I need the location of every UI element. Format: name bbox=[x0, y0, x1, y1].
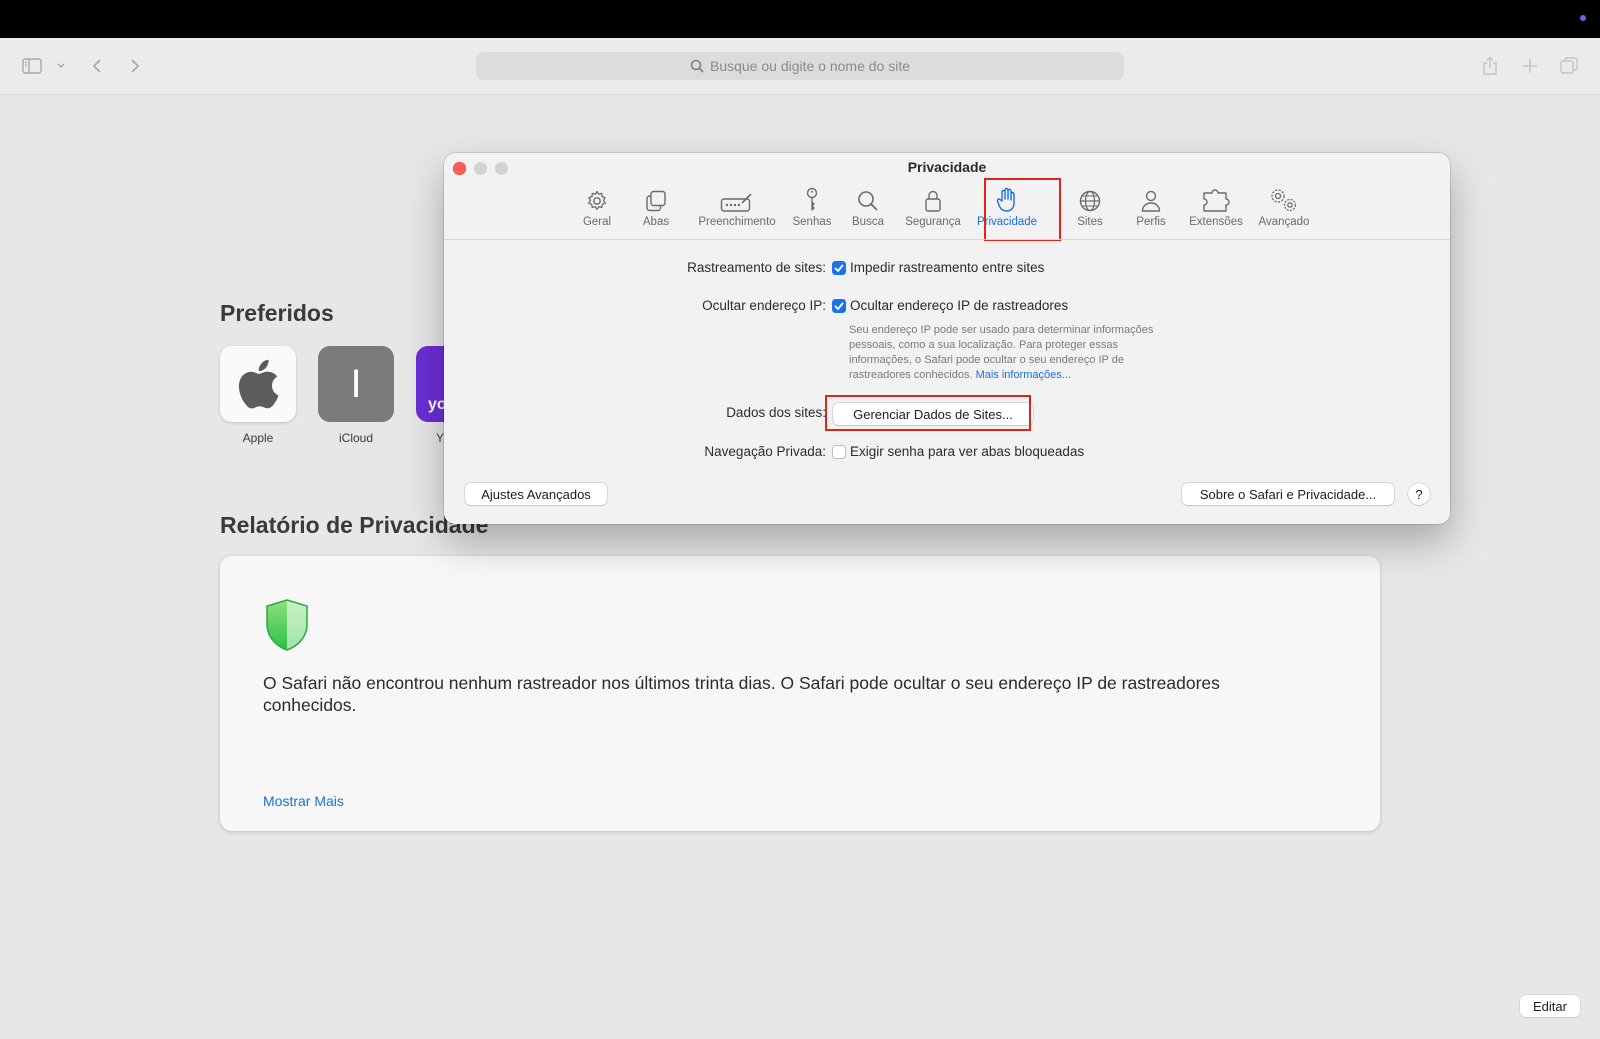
shield-icon bbox=[264, 598, 310, 657]
toolbar-divider bbox=[444, 239, 1450, 240]
privacy-report-message: O Safari não encontrou nenhum rastreador… bbox=[263, 673, 1220, 715]
tab-label: Segurança bbox=[905, 216, 961, 228]
address-placeholder: Busque ou digite o nome do site bbox=[709, 58, 911, 74]
privacy-report-card: O Safari não encontrou nenhum rastreador… bbox=[220, 556, 1380, 831]
tab-label: Sites bbox=[1077, 216, 1103, 228]
gear-icon bbox=[585, 183, 609, 213]
browser-toolbar: Busque ou digite o nome do site bbox=[0, 38, 1600, 95]
gears-icon bbox=[1269, 183, 1299, 213]
window-title: Privacidade bbox=[907, 159, 987, 175]
private-browsing-checkbox[interactable] bbox=[832, 445, 846, 459]
tab-label: Senhas bbox=[792, 216, 832, 228]
icloud-glyph: I bbox=[350, 361, 362, 406]
site-data-label: Dados dos sites: bbox=[726, 405, 826, 420]
description-last-line: rastreadores conhecidos. Mais informaçõe… bbox=[849, 368, 1209, 383]
favorite-label: iCloud bbox=[338, 431, 374, 445]
tab-privacidade[interactable]: Privacidade bbox=[974, 183, 1040, 243]
tab-label: Avançado bbox=[1258, 216, 1310, 228]
description-line: pessoais, como a sua localização. Para p… bbox=[849, 339, 1119, 351]
chevron-down-icon[interactable] bbox=[54, 54, 68, 78]
tab-senhas[interactable]: Senhas bbox=[788, 183, 836, 243]
more-info-link[interactable]: Mais informações... bbox=[976, 369, 1071, 381]
hide-ip-checkbox[interactable] bbox=[832, 299, 846, 313]
hide-ip-option[interactable]: Ocultar endereço IP de rastreadores bbox=[850, 298, 1068, 313]
tab-label: Geral bbox=[582, 216, 612, 228]
menu-bar bbox=[0, 0, 1600, 38]
hand-icon bbox=[996, 183, 1018, 213]
status-indicator bbox=[1580, 15, 1586, 21]
sidebar-icon[interactable] bbox=[20, 54, 44, 78]
help-button[interactable]: ? bbox=[1408, 483, 1430, 505]
tracking-checkbox[interactable] bbox=[832, 261, 846, 275]
description-line: rastreadores conhecidos. bbox=[849, 369, 973, 381]
about-safari-privacy-button[interactable]: Sobre o Safari e Privacidade... bbox=[1182, 483, 1394, 505]
advanced-settings-button[interactable]: Ajustes Avançados bbox=[465, 483, 607, 505]
tab-label: Preenchimento bbox=[698, 216, 776, 228]
tab-preenchimento[interactable]: Preenchimento bbox=[696, 183, 778, 243]
key-icon bbox=[804, 183, 820, 213]
private-browsing-option[interactable]: Exigir senha para ver abas bloqueadas bbox=[850, 444, 1084, 459]
favorite-label: Apple bbox=[242, 431, 274, 445]
edit-button[interactable]: Editar bbox=[1520, 995, 1580, 1017]
forward-icon[interactable] bbox=[126, 54, 144, 78]
tab-busca[interactable]: Busca bbox=[848, 183, 888, 243]
privacy-settings-window: Privacidade Geral Abas Preenchimento Sen… bbox=[444, 153, 1450, 524]
tab-seguranca[interactable]: Segurança bbox=[902, 183, 964, 243]
manage-site-data-button[interactable]: Gerenciar Dados de Sites... bbox=[833, 403, 1033, 425]
tab-extensoes[interactable]: Extensões bbox=[1186, 183, 1246, 243]
tab-avancado[interactable]: Avançado bbox=[1256, 183, 1312, 243]
tracking-option[interactable]: Impedir rastreamento entre sites bbox=[850, 260, 1044, 275]
tab-label: Privacidade bbox=[976, 216, 1038, 228]
hide-ip-description: Seu endereço IP pode ser usado para dete… bbox=[849, 323, 1209, 383]
favorite-apple[interactable]: Apple bbox=[220, 346, 296, 445]
hide-ip-label: Ocultar endereço IP: bbox=[702, 298, 826, 313]
settings-tabs: Geral Abas Preenchimento Senhas Busca Se… bbox=[444, 183, 1450, 243]
search-icon bbox=[690, 59, 704, 73]
back-icon[interactable] bbox=[88, 54, 106, 78]
tracking-label: Rastreamento de sites: bbox=[687, 260, 826, 275]
tab-geral[interactable]: Geral bbox=[576, 183, 618, 243]
tab-label: Extensões bbox=[1189, 216, 1243, 228]
show-more-link[interactable]: Mostrar Mais bbox=[263, 793, 344, 809]
description-line: informações, o Safari pode ocultar o seu… bbox=[849, 354, 1124, 366]
tab-perfis[interactable]: Perfis bbox=[1134, 183, 1168, 243]
tab-overview-icon[interactable] bbox=[1559, 54, 1579, 78]
favorites-title: Preferidos bbox=[220, 300, 334, 326]
new-tab-icon[interactable] bbox=[1520, 54, 1540, 78]
tab-label: Perfis bbox=[1136, 216, 1166, 228]
lock-icon bbox=[924, 183, 942, 213]
tab-label: Busca bbox=[852, 216, 884, 228]
puzzle-icon bbox=[1202, 183, 1230, 213]
description-line: Seu endereço IP pode ser usado para dete… bbox=[849, 324, 1154, 336]
icloud-tile: I bbox=[318, 346, 394, 422]
private-browsing-label: Navegação Privada: bbox=[704, 444, 826, 459]
apple-logo-icon bbox=[220, 346, 296, 422]
tab-label: Abas bbox=[642, 216, 670, 228]
address-bar[interactable]: Busque ou digite o nome do site bbox=[476, 52, 1124, 80]
tab-sites[interactable]: Sites bbox=[1074, 183, 1106, 243]
search-icon bbox=[856, 183, 880, 213]
favorite-icloud[interactable]: I iCloud bbox=[318, 346, 394, 445]
tabs-icon bbox=[644, 183, 668, 213]
share-icon[interactable] bbox=[1480, 54, 1500, 78]
tab-abas[interactable]: Abas bbox=[638, 183, 674, 243]
globe-icon bbox=[1078, 183, 1102, 213]
person-icon bbox=[1140, 183, 1162, 213]
autofill-icon bbox=[720, 183, 754, 213]
